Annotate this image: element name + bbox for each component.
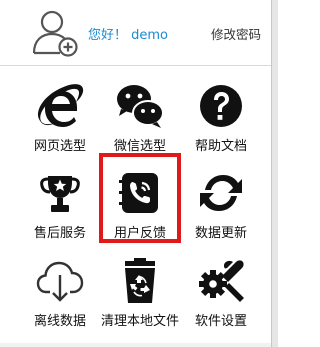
bottom-divider bbox=[0, 343, 271, 347]
refresh-icon bbox=[200, 175, 242, 211]
app-panel: 您好！ demo 修改密码 网页选型 微信选型 帮助文档 售后服务 用户反馈 数… bbox=[0, 0, 272, 347]
user-avatar-icon[interactable] bbox=[30, 7, 80, 57]
tile-label: 数据更新 bbox=[194, 226, 247, 241]
tile-label: 软件设置 bbox=[194, 314, 247, 329]
change-password-link[interactable]: 修改密码 bbox=[211, 24, 261, 43]
tile-wechat-selection[interactable]: 微信选型 bbox=[105, 71, 175, 157]
scrollbar-track[interactable] bbox=[272, 0, 278, 347]
tile-software-settings[interactable]: 软件设置 bbox=[186, 246, 256, 332]
settings-tools-icon bbox=[199, 260, 244, 302]
tile-label: 微信选型 bbox=[113, 139, 166, 154]
ie-browser-icon bbox=[37, 84, 84, 127]
tile-label: 离线数据 bbox=[33, 314, 86, 329]
tile-data-update[interactable]: 数据更新 bbox=[186, 158, 256, 244]
selected-tile-highlight bbox=[99, 153, 181, 243]
tile-label: 帮助文档 bbox=[194, 139, 247, 154]
tile-after-sales[interactable]: 售后服务 bbox=[25, 158, 95, 244]
tile-help-docs[interactable]: 帮助文档 bbox=[186, 71, 256, 157]
recycle-bin-icon bbox=[125, 258, 155, 303]
wechat-icon bbox=[117, 85, 164, 128]
tile-offline-data[interactable]: 离线数据 bbox=[25, 246, 95, 332]
tile-label: 售后服务 bbox=[33, 226, 86, 241]
help-icon bbox=[200, 85, 242, 127]
cloud-download-icon bbox=[36, 261, 84, 302]
tile-web-selection[interactable]: 网页选型 bbox=[25, 71, 95, 157]
tile-label: 网页选型 bbox=[33, 139, 86, 154]
trophy-icon bbox=[40, 176, 80, 212]
tile-clean-local-files[interactable]: 清理本地文件 bbox=[101, 246, 179, 332]
greeting-link[interactable]: 您好！ demo bbox=[88, 24, 168, 43]
tile-label: 清理本地文件 bbox=[100, 314, 179, 329]
user-header: 您好！ demo 修改密码 bbox=[0, 0, 271, 66]
